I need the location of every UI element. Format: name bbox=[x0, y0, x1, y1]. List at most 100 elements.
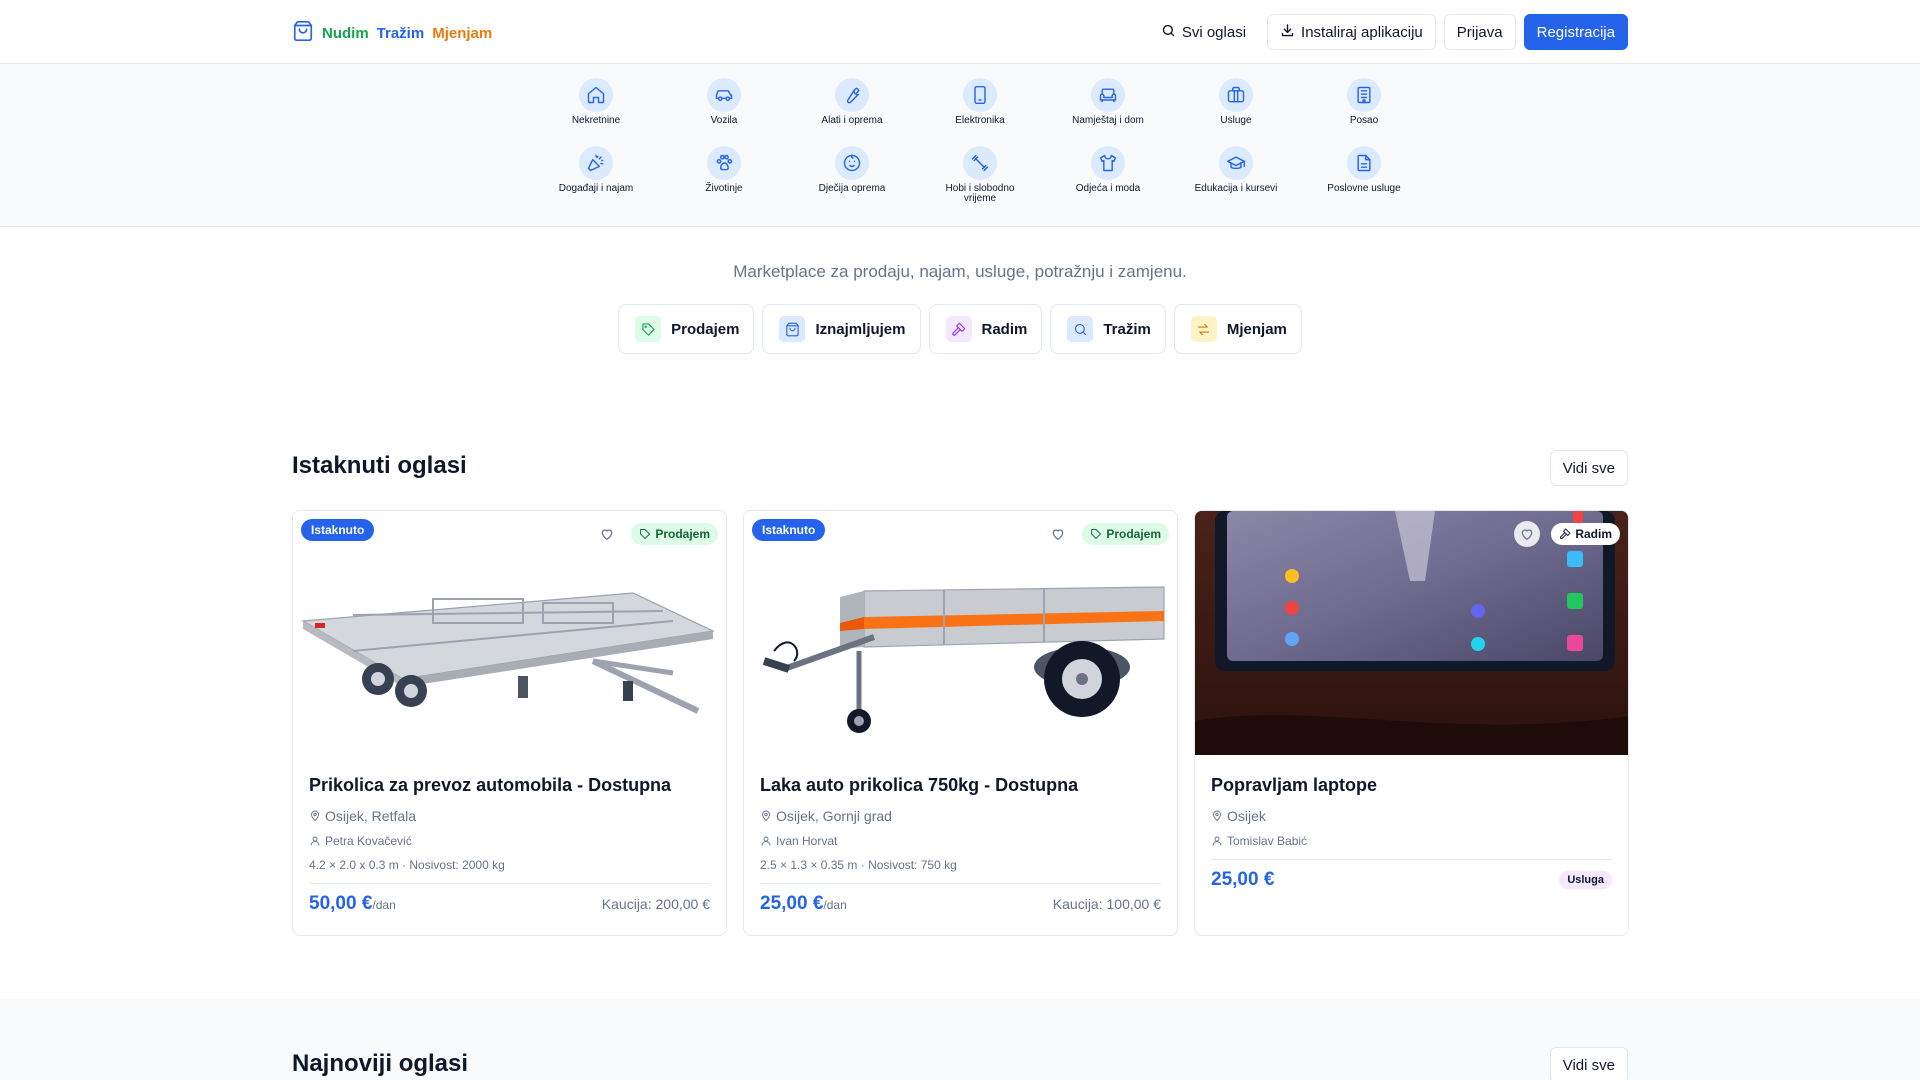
category-poslovne[interactable]: Poslovne usluge bbox=[1300, 146, 1428, 204]
user-name: Ivan Horvat bbox=[776, 834, 838, 848]
price-value: 25,00 € bbox=[760, 892, 824, 914]
listing-specs: 2.5 × 1.3 × 0.35 m · Nosivost: 750 kg bbox=[760, 858, 957, 872]
type-badge-label: Radim bbox=[1575, 527, 1612, 541]
listing-specs: 4.2 × 2.0 x 0.3 m · Nosivost: 2000 kg bbox=[309, 858, 505, 872]
install-app-button[interactable]: Instaliraj aplikaciju bbox=[1267, 14, 1436, 50]
building-icon bbox=[1347, 78, 1381, 112]
type-trazim-button[interactable]: Tražim bbox=[1050, 304, 1166, 354]
category-edukacija[interactable]: Edukacija i kursevi bbox=[1172, 146, 1300, 204]
listing-footer: 50,00 €/dan Kaucija: 200,00 € bbox=[309, 883, 710, 923]
type-label: Prodajem bbox=[671, 320, 740, 338]
category-label: Vozila bbox=[710, 115, 738, 126]
utility-trailer-illustration bbox=[762, 586, 1165, 733]
listing-footer: 25,00 € Usluga bbox=[1211, 859, 1612, 899]
type-prodajem-button[interactable]: Prodajem bbox=[618, 304, 755, 354]
logo-word-trazim: Tražim bbox=[376, 24, 425, 42]
listing-card[interactable]: Radim Popravljam laptope Osijek Tomislav… bbox=[1194, 510, 1629, 936]
heart-icon[interactable] bbox=[1514, 521, 1540, 547]
location-text: Osijek, Retfala bbox=[325, 808, 417, 824]
type-badge: Prodajem bbox=[1082, 523, 1169, 545]
tablet-photo bbox=[1195, 511, 1628, 755]
listing-user: Ivan Horvat bbox=[760, 834, 1161, 848]
price-unit: /dan bbox=[823, 897, 847, 912]
newest-section-title: Najnoviji oglasi bbox=[292, 1050, 469, 1077]
price-unit: /dan bbox=[372, 897, 396, 912]
listing-price: 25,00 € bbox=[1211, 868, 1275, 890]
register-button[interactable]: Registracija bbox=[1523, 14, 1628, 50]
user-icon bbox=[761, 836, 771, 846]
category-djecija[interactable]: Dječija oprema bbox=[788, 146, 916, 204]
listing-user: Tomislav Babić bbox=[1211, 834, 1612, 848]
listing-title: Prikolica za prevoz automobila - Dostupn… bbox=[309, 775, 672, 795]
type-radim-button[interactable]: Radim bbox=[928, 304, 1043, 354]
header-nav: Svi oglasi Instaliraj aplikaciju Prijava… bbox=[1147, 14, 1628, 50]
wrench-icon bbox=[835, 78, 869, 112]
map-pin-icon bbox=[311, 810, 319, 822]
listing-deposit: Kaucija: 100,00 € bbox=[1052, 895, 1161, 912]
user-icon bbox=[310, 836, 320, 846]
featured-view-all-button[interactable]: Vidi sve bbox=[1549, 450, 1628, 486]
category-vozila[interactable]: Vozila bbox=[660, 78, 788, 136]
tag-icon bbox=[1091, 529, 1102, 540]
category-alati[interactable]: Alati i oprema bbox=[788, 78, 916, 136]
category-label: Namještaj i dom bbox=[1072, 115, 1144, 126]
dumbbell-icon bbox=[963, 146, 997, 180]
type-badge-label: Prodajem bbox=[1106, 527, 1161, 541]
newest-view-all-button[interactable]: Vidi sve bbox=[1549, 1047, 1628, 1080]
logo-word-mjenjam: Mjenjam bbox=[432, 24, 493, 42]
category-label: Poslovne usluge bbox=[1327, 183, 1401, 194]
listing-image: Istaknuto Prodajem bbox=[293, 511, 726, 755]
category-strip: Nekretnine Vozila Alati i oprema Elektro… bbox=[0, 64, 1920, 227]
shirt-icon bbox=[1091, 146, 1125, 180]
listing-price: 50,00 €/dan bbox=[309, 893, 396, 915]
newest-section bbox=[0, 999, 1920, 1080]
hero-tagline: Marketplace za prodaju, najam, usluge, p… bbox=[733, 262, 1187, 281]
house-icon bbox=[579, 78, 613, 112]
party-popper-icon bbox=[579, 146, 613, 180]
logo-word-nudim: Nudim bbox=[322, 24, 369, 42]
listing-location: Osijek, Gornji grad bbox=[760, 808, 1161, 824]
map-pin-icon bbox=[762, 810, 770, 822]
login-button[interactable]: Prijava bbox=[1443, 14, 1516, 50]
category-dogadaji[interactable]: Događaji i najam bbox=[532, 146, 660, 204]
sofa-icon bbox=[1091, 78, 1125, 112]
listing-card[interactable]: Istaknuto Prodajem bbox=[743, 510, 1178, 936]
graduation-cap-icon bbox=[1219, 146, 1253, 180]
category-usluge[interactable]: Usluge bbox=[1172, 78, 1300, 136]
tag-icon bbox=[640, 529, 651, 540]
install-app-label: Instaliraj aplikaciju bbox=[1301, 23, 1423, 41]
download-icon bbox=[1280, 23, 1295, 42]
category-hobi[interactable]: Hobi i slobodno vrijeme bbox=[916, 146, 1044, 204]
service-badge: Usluga bbox=[1559, 870, 1612, 889]
listing-user: Petra Kovačević bbox=[309, 834, 710, 848]
type-mjenjam-button[interactable]: Mjenjam bbox=[1173, 304, 1302, 354]
category-grid: Nekretnine Vozila Alati i oprema Elektro… bbox=[532, 78, 1428, 204]
listing-image: Radim bbox=[1195, 511, 1628, 755]
category-label: Odjeća i moda bbox=[1075, 183, 1141, 194]
location-text: Osijek bbox=[1227, 808, 1266, 824]
category-zivotinje[interactable]: Životinje bbox=[660, 146, 788, 204]
featured-cards: Istaknuto Prodajem Prikolica za prevoz a… bbox=[292, 510, 1629, 936]
category-label: Događaji i najam bbox=[558, 183, 634, 194]
category-odjeca[interactable]: Odjeća i moda bbox=[1044, 146, 1172, 204]
category-namjestaj[interactable]: Namještaj i dom bbox=[1044, 78, 1172, 136]
hammer-icon bbox=[1560, 528, 1571, 540]
category-elektronika[interactable]: Elektronika bbox=[916, 78, 1044, 136]
category-posao[interactable]: Posao bbox=[1300, 78, 1428, 136]
type-label: Iznajmljujem bbox=[815, 320, 906, 338]
heart-icon[interactable] bbox=[1045, 521, 1071, 547]
site-logo[interactable]: Nudim Tražim Mjenjam bbox=[292, 20, 492, 46]
shopping-bag-icon bbox=[292, 20, 314, 46]
user-name: Tomislav Babić bbox=[1227, 834, 1308, 848]
category-label: Hobi i slobodno vrijeme bbox=[945, 183, 1015, 204]
type-badge: Prodajem bbox=[631, 523, 718, 545]
all-ads-button[interactable]: Svi oglasi bbox=[1147, 14, 1260, 50]
type-iznajmljujem-button[interactable]: Iznajmljujem bbox=[762, 304, 921, 354]
category-nekretnine[interactable]: Nekretnine bbox=[532, 78, 660, 136]
listing-card[interactable]: Istaknuto Prodajem bbox=[292, 510, 727, 936]
heart-icon[interactable] bbox=[594, 521, 620, 547]
listing-price: 25,00 €/dan bbox=[760, 893, 847, 915]
search-icon bbox=[1067, 316, 1094, 342]
category-label: Elektronika bbox=[955, 115, 1005, 126]
category-label: Dječija oprema bbox=[818, 183, 886, 194]
